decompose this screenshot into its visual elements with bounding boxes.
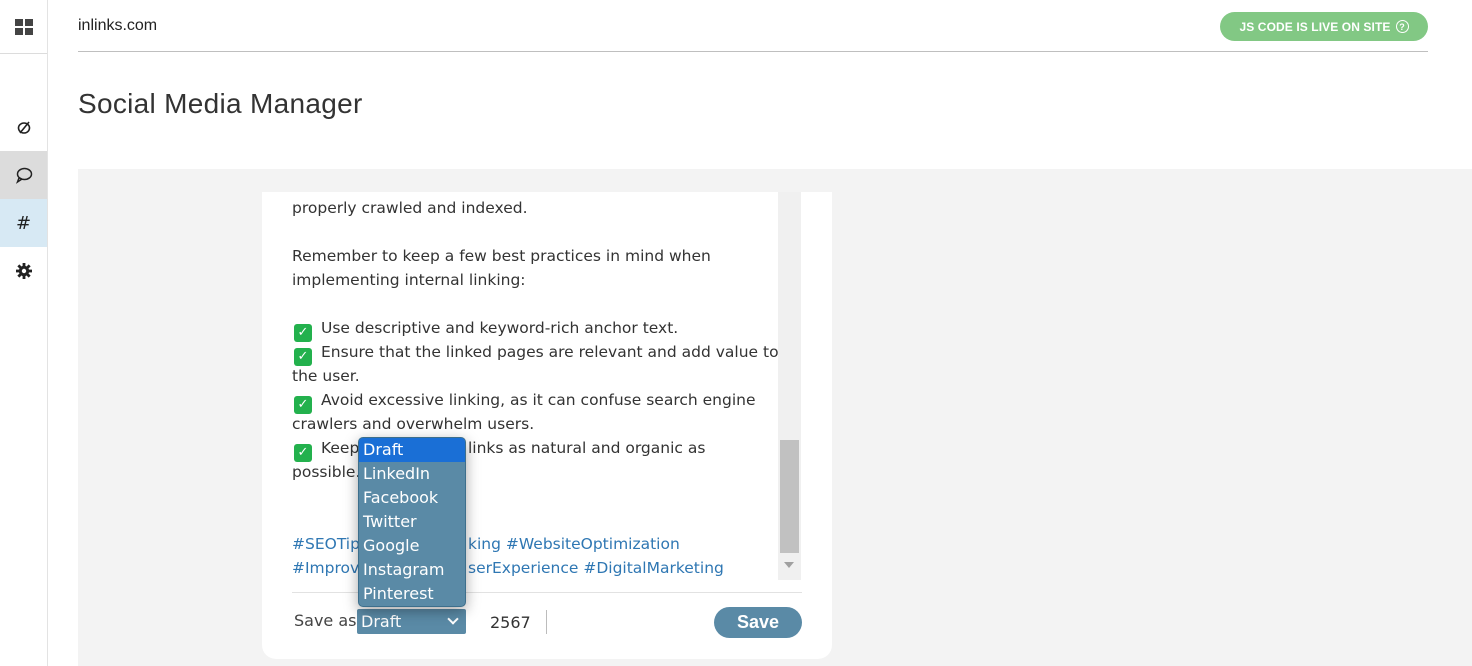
dropdown-option-google[interactable]: Google <box>359 534 465 558</box>
post-line: properly crawled and indexed. <box>292 199 528 217</box>
checklist-item: ✓ Keep <box>292 436 359 462</box>
text-scrollbar[interactable] <box>778 192 801 580</box>
save-as-dropdown[interactable]: Draft LinkedIn Facebook Twitter Google I… <box>358 437 466 607</box>
checklist-text: Use descriptive and keyword-rich anchor … <box>321 319 679 337</box>
dropdown-option-draft[interactable]: Draft <box>359 438 465 462</box>
sidebar-item-links[interactable] <box>0 103 47 151</box>
chat-bubble-icon <box>15 167 32 184</box>
dropdown-option-twitter[interactable]: Twitter <box>359 510 465 534</box>
save-as-label: Save as <box>294 611 357 630</box>
grid-icon <box>14 19 33 35</box>
hashtag-text[interactable]: #Improv <box>292 556 359 580</box>
help-circle-icon[interactable]: ? <box>1395 20 1409 33</box>
sidebar: # <box>0 0 48 666</box>
sidebar-item-dashboard[interactable] <box>0 3 47 51</box>
badge-label: JS CODE IS LIVE ON SITE <box>1239 19 1391 34</box>
hashtag-text[interactable]: king #WebsiteOptimization <box>468 532 680 556</box>
post-line: possible. <box>292 463 361 481</box>
scroll-thumb[interactable] <box>780 440 799 553</box>
post-line: crawlers and overwhelm users. <box>292 415 535 433</box>
checklist-item: ✓ Ensure that the linked pages are releva… <box>292 340 778 366</box>
checklist-text: Keep <box>321 439 360 457</box>
chevron-down-icon <box>447 613 459 625</box>
dropdown-option-instagram[interactable]: Instagram <box>359 558 465 582</box>
post-line: Remember to keep a few best practices in… <box>292 247 711 265</box>
select-value: Draft <box>361 612 402 631</box>
header-divider <box>78 51 1428 52</box>
checklist-text: Avoid excessive linking, as it can confu… <box>321 391 756 409</box>
gear-icon <box>15 263 32 279</box>
link-icon <box>17 121 30 134</box>
sidebar-item-social[interactable] <box>0 151 47 199</box>
page-title: Social Media Manager <box>78 88 363 119</box>
checklist-text: Ensure that the linked pages are relevan… <box>321 343 778 361</box>
count-divider <box>546 610 547 634</box>
character-count: 2567 <box>490 613 531 632</box>
post-line: the user. <box>292 367 360 385</box>
dropdown-option-facebook[interactable]: Facebook <box>359 486 465 510</box>
scroll-down-arrow-icon[interactable] <box>784 562 794 568</box>
sidebar-item-settings[interactable] <box>0 247 47 295</box>
hashtag-text[interactable]: serExperience #DigitalMarketing <box>468 556 724 580</box>
hash-icon: # <box>15 212 32 234</box>
sidebar-item-hashtags[interactable]: # <box>0 199 47 247</box>
scroll-fade <box>262 169 1472 192</box>
hashtag-text[interactable]: #SEOTip <box>292 532 360 556</box>
save-as-select[interactable]: Draft <box>357 609 466 634</box>
dropdown-option-pinterest[interactable]: Pinterest <box>359 582 465 606</box>
site-name: inlinks.com <box>78 17 158 34</box>
sidebar-top <box>0 0 47 54</box>
post-line: links as natural and organic as <box>468 439 706 457</box>
checklist-item: ✓ Use descriptive and keyword-rich anchor… <box>292 316 678 342</box>
post-line: implementing internal linking: <box>292 271 526 289</box>
dropdown-option-linkedin[interactable]: LinkedIn <box>359 462 465 486</box>
save-button[interactable]: Save <box>714 607 802 638</box>
js-live-badge[interactable]: JS CODE IS LIVE ON SITE ? <box>1220 12 1428 41</box>
checklist-item: ✓ Avoid excessive linking, as it can conf… <box>292 388 755 414</box>
